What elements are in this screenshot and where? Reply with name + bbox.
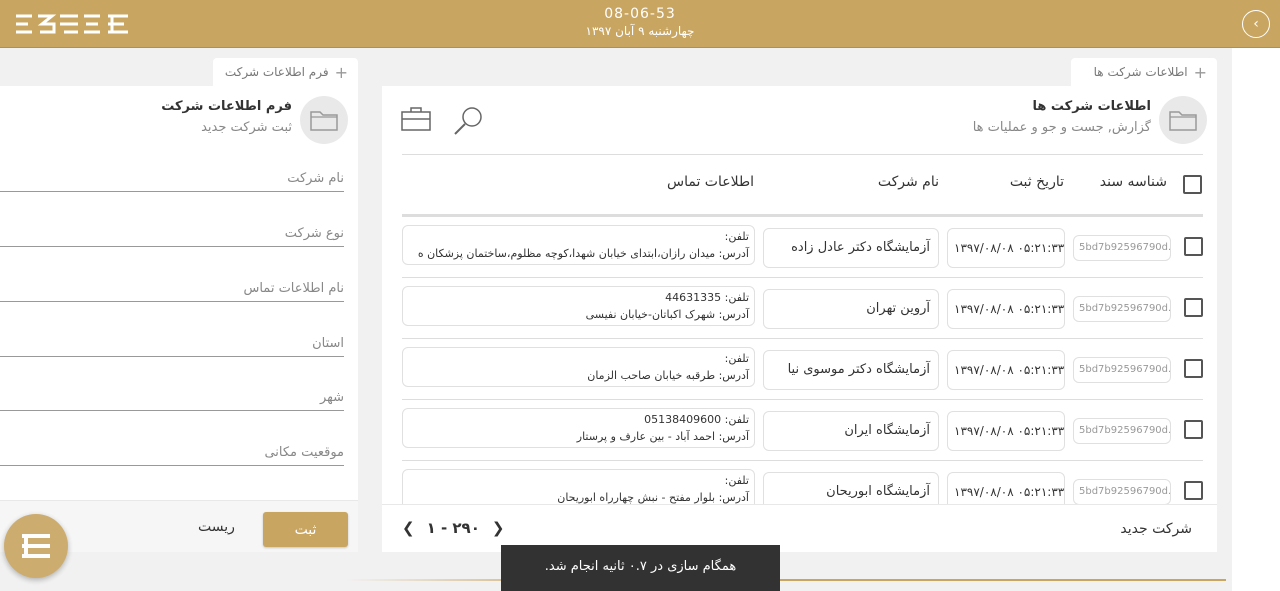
col-header-name[interactable]: نام شرکت <box>878 174 939 190</box>
folder-icon <box>300 96 348 144</box>
address-text: آدرس: میدان رازان،ابتدای خیابان شهدا،کوچ… <box>417 247 749 260</box>
name-cell: آزمایشگاه ایران <box>763 411 939 451</box>
plus-icon: + <box>1193 62 1207 82</box>
plus-icon: + <box>334 62 348 82</box>
date-cell: ۱۳۹۷/۰۸/۰۸ ۰۵:۲۱:۳۳ <box>947 472 1065 504</box>
contact-cell: تلفن: آدرس: میدان رازان،ابتدای خیابان شه… <box>402 225 755 265</box>
table-row[interactable]: 5bd7b92596790d... ۱۳۹۷/۰۸/۰۸ ۰۵:۲۱:۳۳ آز… <box>402 399 1203 460</box>
divider <box>402 154 1203 155</box>
date-cell: ۱۳۹۷/۰۸/۰۸ ۰۵:۲۱:۳۳ <box>947 228 1065 268</box>
chevron-left-icon: ‹ <box>1253 16 1259 32</box>
tab-form-label: فرم اطلاعات شرکت <box>224 65 329 79</box>
folder-icon <box>1159 96 1207 144</box>
contact-cell: تلفن: 44631335 آدرس: شهرک اکباتان-خیابان… <box>402 286 755 326</box>
table-row[interactable]: 5bd7b92596790d... ۱۳۹۷/۰۸/۰۸ ۰۵:۲۱:۳۳ آز… <box>402 460 1203 504</box>
doc-id-cell: 5bd7b92596790d... <box>1073 235 1171 261</box>
name-cell: آزمایشگاه ابوریحان <box>763 472 939 504</box>
city-field[interactable]: شهر <box>0 387 344 411</box>
row-checkbox[interactable] <box>1184 237 1203 256</box>
doc-id-cell: 5bd7b92596790d... <box>1073 296 1171 322</box>
tab-companies[interactable]: + اطلاعات شرکت ها <box>1071 58 1217 86</box>
top-bar: 08-06-53 چهارشنبه ۹ آبان ۱۳۹۷ ‹ <box>0 0 1280 48</box>
contact-cell: تلفن: آدرس: بلوار مفتح - نبش چهارراه ابو… <box>402 469 755 504</box>
name-cell: آزمایشگاه دکتر موسوی نیا <box>763 350 939 390</box>
menu-fab[interactable] <box>4 514 68 578</box>
clock-time: 08-06-53 <box>604 6 676 22</box>
name-cell: آزمایشگاه دکتر عادل زاده <box>763 228 939 268</box>
app-menu-icon <box>22 534 50 558</box>
row-checkbox[interactable] <box>1184 481 1203 500</box>
phone-text: تلفن: 05138409600 <box>644 413 749 426</box>
company-form-panel: فرم اطلاعات شرکت ثبت شرکت جدید نام شرکت … <box>0 86 358 552</box>
clock: 08-06-53 چهارشنبه ۹ آبان ۱۳۹۷ <box>540 6 740 38</box>
submit-button[interactable]: ثبت <box>263 512 348 547</box>
company-type-field[interactable]: نوع شرکت <box>0 223 344 247</box>
select-all-checkbox[interactable] <box>1183 175 1202 194</box>
province-field[interactable]: استان <box>0 333 344 357</box>
location-field[interactable]: موقعیت مکانی <box>0 442 344 466</box>
search-icon[interactable] <box>452 104 486 142</box>
contact-name-field[interactable]: نام اطلاعات تماس <box>0 278 344 302</box>
doc-id-cell: 5bd7b92596790d... <box>1073 479 1171 504</box>
app-logo <box>16 14 128 34</box>
doc-id-cell: 5bd7b92596790d... <box>1073 357 1171 383</box>
chevron-left-icon[interactable]: ❮ <box>402 519 415 537</box>
form-title: فرم اطلاعات شرکت <box>161 99 292 114</box>
reset-button[interactable]: ریست <box>198 519 235 535</box>
pagination: ❮ ۱ - ۲۹۰ ❯ <box>402 519 504 537</box>
address-text: آدرس: احمد آباد - بین عارف و پرستار <box>576 430 749 443</box>
col-header-doc-id[interactable]: شناسه سند <box>1100 174 1167 190</box>
new-company-button[interactable]: شرکت جدید <box>1120 521 1192 537</box>
phone-text: تلفن: <box>724 352 749 365</box>
back-button[interactable]: ‹ <box>1242 10 1270 38</box>
company-name-field[interactable]: نام شرکت <box>0 168 344 192</box>
row-checkbox[interactable] <box>1184 298 1203 317</box>
date-cell: ۱۳۹۷/۰۸/۰۸ ۰۵:۲۱:۳۳ <box>947 289 1065 329</box>
table-row[interactable]: 5bd7b92596790d... ۱۳۹۷/۰۸/۰۸ ۰۵:۲۱:۳۳ آز… <box>402 338 1203 399</box>
date-cell: ۱۳۹۷/۰۸/۰۸ ۰۵:۲۱:۳۳ <box>947 411 1065 451</box>
phone-text: تلفن: <box>724 230 749 243</box>
companies-panel: اطلاعات شرکت ها گزارش, جست و جو و عملیات… <box>382 86 1217 552</box>
table-row[interactable]: 5bd7b92596790d... ۱۳۹۷/۰۸/۰۸ ۰۵:۲۱:۳۳ آز… <box>402 216 1203 277</box>
row-checkbox[interactable] <box>1184 359 1203 378</box>
col-header-date[interactable]: تاریخ ثبت <box>1010 174 1064 190</box>
page-range: ۱ - ۲۹۰ <box>426 519 480 537</box>
table-row[interactable]: 5bd7b92596790d... ۱۳۹۷/۰۸/۰۸ ۰۵:۲۱:۳۳ آر… <box>402 277 1203 338</box>
briefcase-icon[interactable] <box>400 106 432 136</box>
panel-subtitle: گزارش, جست و جو و عملیات ها <box>972 120 1151 135</box>
doc-id-cell: 5bd7b92596790d... <box>1073 418 1171 444</box>
clock-date: چهارشنبه ۹ آبان ۱۳۹۷ <box>585 24 695 38</box>
date-cell: ۱۳۹۷/۰۸/۰۸ ۰۵:۲۱:۳۳ <box>947 350 1065 390</box>
address-text: آدرس: طرقبه خیابان صاحب الزمان <box>587 369 749 382</box>
col-header-contact[interactable]: اطلاعات تماس <box>667 174 754 190</box>
row-checkbox[interactable] <box>1184 420 1203 439</box>
contact-cell: تلفن: 05138409600 آدرس: احمد آباد - بین … <box>402 408 755 448</box>
right-strip <box>1232 48 1280 591</box>
contact-cell: تلفن: آدرس: طرقبه خیابان صاحب الزمان <box>402 347 755 387</box>
name-cell: آروین تهران <box>763 289 939 329</box>
tab-companies-label: اطلاعات شرکت ها <box>1093 65 1188 79</box>
tab-company-form[interactable]: + فرم اطلاعات شرکت <box>213 58 358 86</box>
address-text: آدرس: شهرک اکباتان-خیابان نفیسی <box>585 308 749 321</box>
table-body: 5bd7b92596790d... ۱۳۹۷/۰۸/۰۸ ۰۵:۲۱:۳۳ آز… <box>382 216 1217 504</box>
phone-text: تلفن: 44631335 <box>665 291 749 304</box>
form-subtitle: ثبت شرکت جدید <box>201 120 292 135</box>
divider <box>346 579 1226 581</box>
chevron-right-icon[interactable]: ❯ <box>492 519 505 537</box>
sync-toast: همگام سازی در ۰.۷ ثانیه انجام شد. <box>501 545 780 591</box>
panel-title: اطلاعات شرکت ها <box>1032 99 1151 114</box>
phone-text: تلفن: <box>724 474 749 487</box>
address-text: آدرس: بلوار مفتح - نبش چهارراه ابوریحان <box>557 491 749 504</box>
